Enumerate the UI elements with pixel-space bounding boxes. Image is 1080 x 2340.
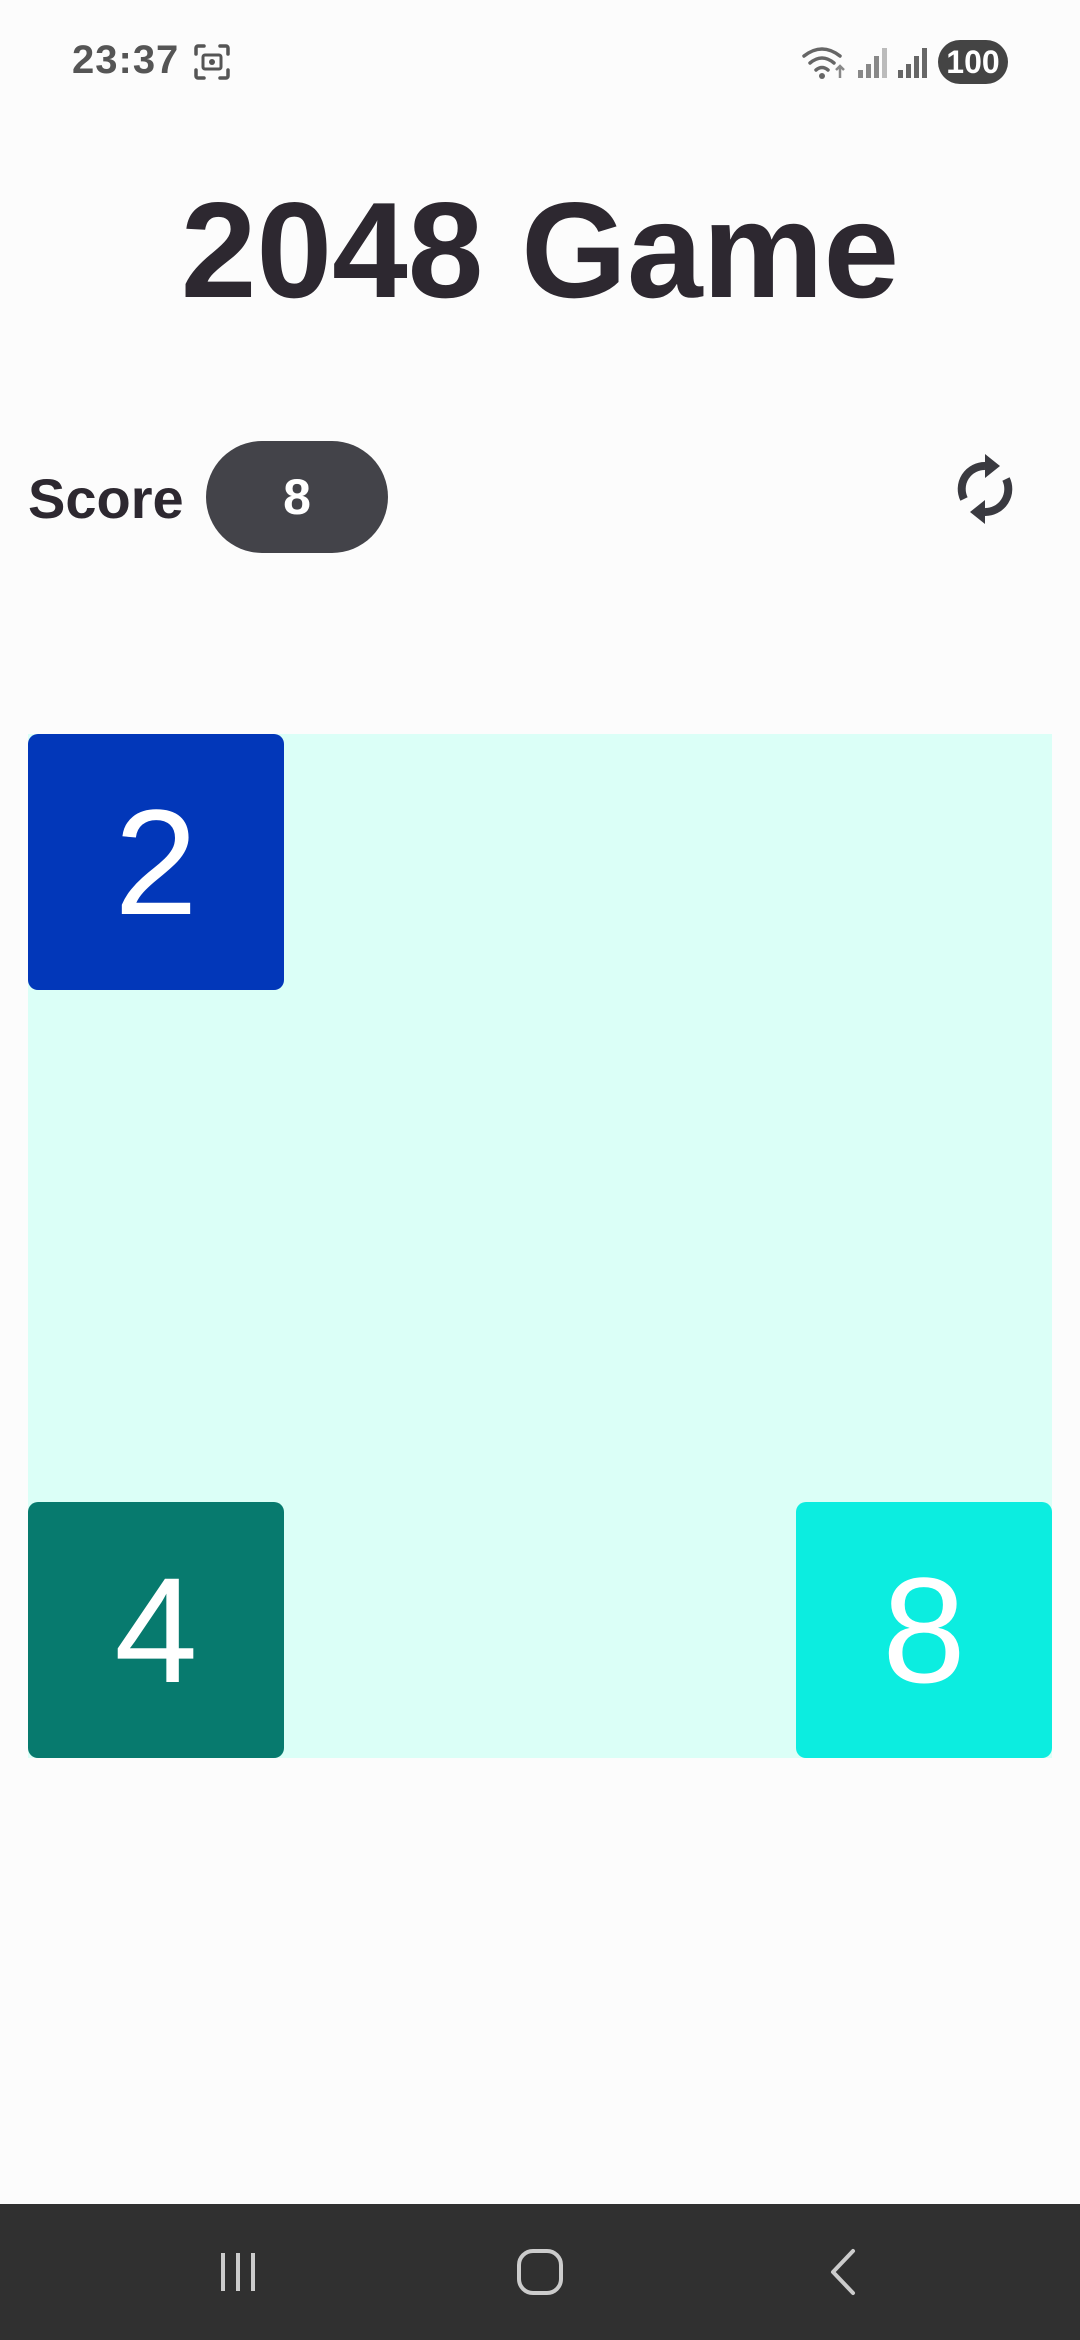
- home-button[interactable]: [500, 2234, 580, 2314]
- signal-icon: [856, 42, 892, 82]
- screenshot-icon: [192, 42, 232, 82]
- back-icon: [819, 2247, 869, 2302]
- tile-8: 8: [796, 1502, 1052, 1758]
- wifi-icon: [800, 42, 850, 82]
- app-screen: 23:37 100 2048 Game Score 8 2 4 8: [0, 0, 1080, 2340]
- battery-icon: 100: [938, 40, 1008, 84]
- game-board[interactable]: 2 4 8: [28, 734, 1052, 1758]
- status-time: 23:37: [72, 38, 180, 82]
- refresh-icon: [950, 453, 1020, 529]
- back-button[interactable]: [804, 2234, 884, 2314]
- navigation-bar: [0, 2204, 1080, 2340]
- status-bar: 23:37 100: [0, 0, 1080, 120]
- tile-4: 4: [28, 1502, 284, 1758]
- signal-icon: [896, 42, 932, 82]
- recent-apps-button[interactable]: [198, 2234, 278, 2314]
- score-label: Score: [28, 467, 184, 530]
- home-icon: [514, 2246, 566, 2303]
- recent-apps-icon: [213, 2247, 263, 2302]
- tile-2: 2: [28, 734, 284, 990]
- page-title: 2048 Game: [180, 174, 900, 326]
- restart-button[interactable]: [940, 446, 1030, 536]
- score-value: 8: [206, 441, 388, 553]
